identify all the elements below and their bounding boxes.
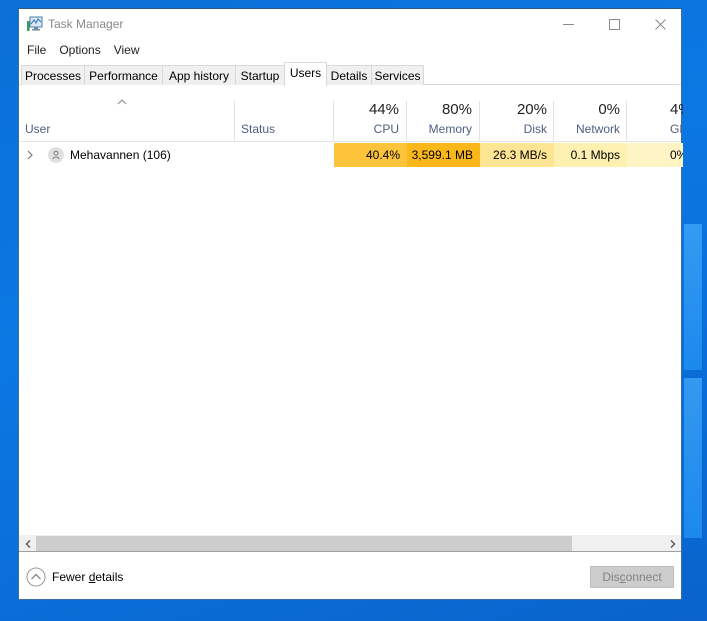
close-button[interactable] — [637, 9, 683, 39]
tab-processes[interactable]: Processes — [21, 65, 85, 85]
tab-performance[interactable]: Performance — [84, 65, 163, 85]
chevron-up-circle-icon — [26, 567, 46, 587]
column-label-memory: Memory — [428, 122, 472, 136]
column-label-network: Network — [575, 122, 620, 136]
fewer-details-button[interactable]: Fewer details — [19, 561, 139, 593]
minimize-icon — [562, 23, 574, 25]
column-label-gpu: GPU — [670, 122, 683, 136]
column-header-memory[interactable]: 80% Memory — [407, 93, 479, 141]
chevron-right-icon — [669, 539, 676, 548]
desktop-wallpaper-pane — [684, 224, 702, 370]
user-avatar-icon — [48, 147, 64, 163]
scroll-left-button[interactable] — [19, 535, 36, 552]
chevron-left-icon — [24, 539, 31, 548]
menu-view[interactable]: View — [107, 43, 146, 57]
column-label-user: User — [25, 122, 51, 136]
column-label-status: Status — [241, 122, 276, 136]
minimize-button[interactable] — [545, 9, 591, 39]
tab-services[interactable]: Services — [371, 65, 424, 85]
tab-users[interactable]: Users — [284, 62, 327, 86]
task-manager-window: Task Manager File Options View Processes… — [18, 8, 683, 601]
column-header-user[interactable]: User — [19, 93, 234, 141]
column-header-network[interactable]: 0% Network — [554, 93, 626, 141]
header-divider — [19, 141, 681, 142]
menu-file[interactable]: File — [19, 43, 52, 57]
maximize-button[interactable] — [591, 9, 637, 39]
gpu-total-percent: 4% — [670, 101, 683, 118]
cell-network: 0.1 Mbps — [554, 143, 627, 167]
menu-bar: File Options View — [19, 40, 681, 60]
column-label-cpu: CPU — [373, 122, 399, 136]
column-header-gpu[interactable]: 4% GPU — [627, 93, 683, 141]
cell-disk: 26.3 MB/s — [480, 143, 554, 167]
column-label-disk: Disk — [523, 122, 547, 136]
scroll-right-button[interactable] — [664, 535, 681, 552]
maximize-icon — [608, 18, 620, 30]
table-row[interactable]: Mehavannen (106) 40.4% 3,599.1 MB 26.3 M… — [19, 143, 683, 167]
desktop-wallpaper-pane — [684, 378, 702, 538]
tab-startup[interactable]: Startup — [235, 65, 285, 85]
fewer-details-label: Fewer details — [52, 570, 124, 584]
menu-options[interactable]: Options — [52, 43, 106, 57]
cell-gpu: 0% — [627, 143, 683, 167]
tab-details[interactable]: Details — [326, 65, 372, 85]
window-title: Task Manager — [48, 17, 124, 31]
cell-cpu: 40.4% — [334, 143, 407, 167]
cpu-total-percent: 44% — [368, 101, 399, 118]
disconnect-button[interactable]: Dis c onnect — [590, 566, 674, 588]
scrollbar-thumb[interactable] — [36, 536, 572, 551]
title-bar[interactable]: Task Manager — [19, 9, 681, 39]
chevron-right-icon[interactable] — [27, 150, 33, 160]
column-header-status[interactable]: Status — [235, 93, 333, 141]
memory-total-percent: 80% — [441, 101, 472, 118]
close-icon — [654, 18, 666, 30]
task-manager-app-icon — [27, 16, 43, 31]
column-header-cpu[interactable]: 44% CPU — [334, 93, 406, 141]
cell-memory: 3,599.1 MB — [407, 143, 480, 167]
tab-app-history[interactable]: App history — [162, 65, 236, 85]
disk-total-percent: 20% — [516, 101, 547, 118]
network-total-percent: 0% — [598, 101, 620, 118]
user-name: Mehavannen (106) — [70, 148, 171, 162]
footer: Fewer details Dis c onnect — [19, 553, 681, 601]
horizontal-scrollbar[interactable] — [19, 535, 681, 552]
column-header-disk[interactable]: 20% Disk — [480, 93, 553, 141]
column-header-row: User Status 44% CPU 80% Memory 20% Disk … — [19, 93, 683, 141]
tab-strip: Processes Performance App history Startu… — [19, 61, 681, 86]
